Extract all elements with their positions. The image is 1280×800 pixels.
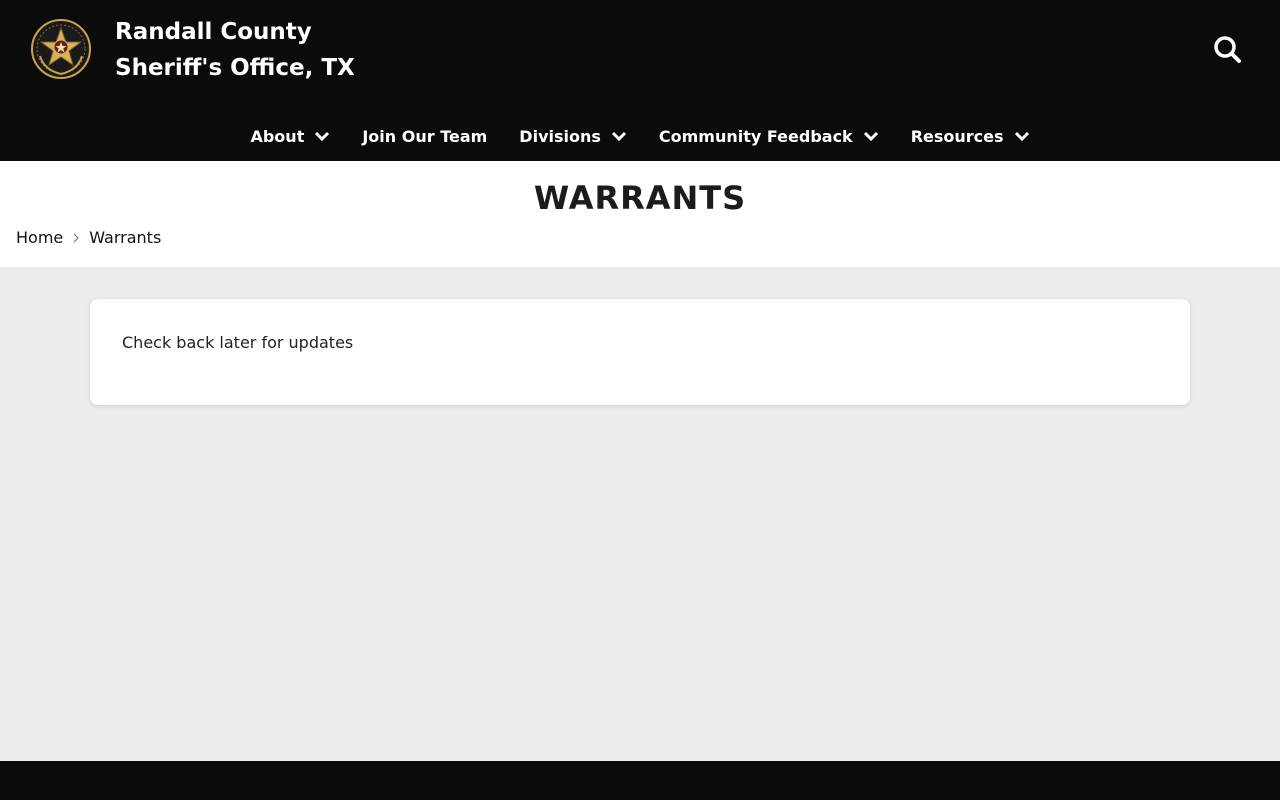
nav-item-label: Join Our Team [362,126,488,146]
content-message: Check back later for updates [122,333,354,352]
nav-item-resources[interactable]: Resources [911,127,1030,146]
chevron-down-icon [315,131,330,142]
sheriff-badge-logo[interactable] [30,18,92,80]
site-title-line1: Randall County [115,19,312,45]
site-title[interactable]: Randall County Sheriff's Office, TX [115,14,415,86]
site-title-line2: Sheriff's Office, TX [115,55,355,81]
nav-item-join-our-team[interactable]: Join Our Team [362,127,487,146]
chevron-down-icon [1014,131,1029,142]
page-title: WARRANTS [533,179,747,217]
chevron-down-icon [611,131,626,142]
nav-item-label: Community Feedback [658,126,853,146]
content-card: Check back later for updates [90,299,1190,405]
main-navigation: About Join Our Team Divisions Community … [0,118,1280,154]
breadcrumb-current: Warrants [89,228,162,247]
nav-item-about[interactable]: About [250,127,330,146]
nav-item-label: Resources [910,126,1004,146]
page-title-band: WARRANTS Home Warrants [0,161,1280,267]
search-icon[interactable] [1212,34,1244,66]
nav-item-label: About [250,126,305,146]
breadcrumb-home-link[interactable]: Home [16,228,63,247]
site-footer [0,761,1280,800]
site-header: Randall County Sheriff's Office, TX Abou… [0,0,1280,161]
chevron-down-icon [863,131,878,142]
chevron-right-icon [73,233,80,242]
nav-item-label: Divisions [519,126,601,146]
breadcrumb: Home Warrants [16,228,161,247]
nav-item-community-feedback[interactable]: Community Feedback [659,127,879,146]
nav-item-divisions[interactable]: Divisions [519,127,627,146]
